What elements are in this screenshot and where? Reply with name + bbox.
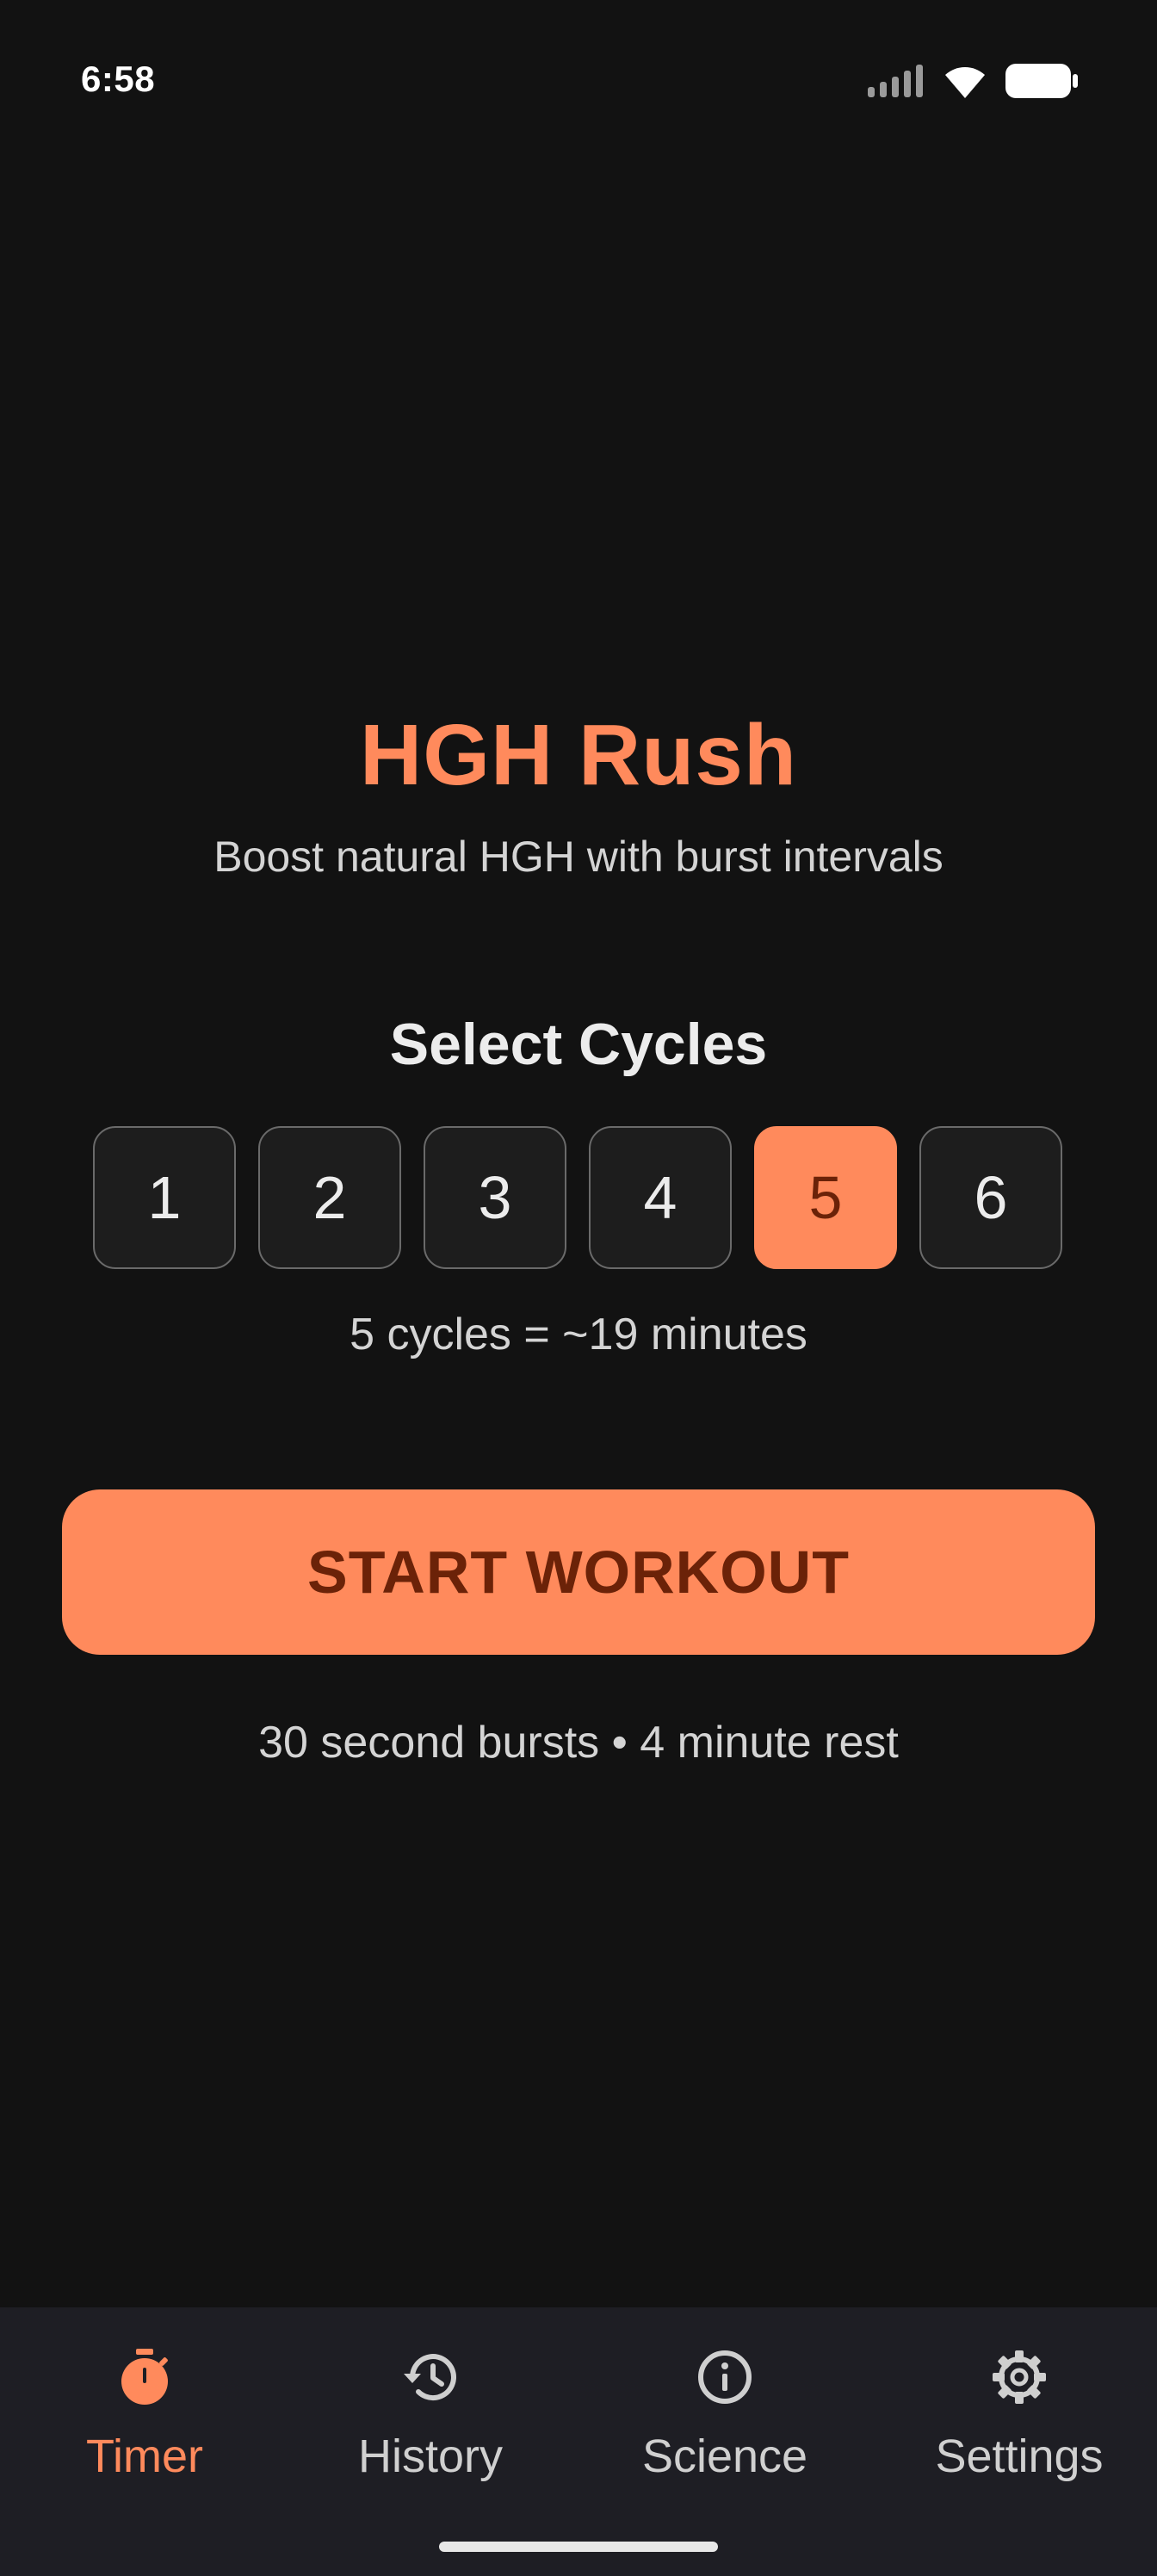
workout-info: 30 second bursts • 4 minute rest [258, 1718, 899, 1768]
status-icons [868, 64, 1078, 102]
nav-label-timer: Timer [86, 2430, 203, 2482]
cycle-selector: 1 2 3 4 5 6 [93, 1126, 1062, 1269]
nav-label-science: Science [641, 2430, 808, 2482]
battery-icon [1005, 64, 1078, 102]
cycle-option-3[interactable]: 3 [424, 1126, 566, 1269]
nav-label-settings: Settings [935, 2430, 1104, 2482]
cycle-option-6[interactable]: 6 [919, 1126, 1062, 1269]
info-icon [695, 2347, 755, 2407]
nav-item-timer[interactable]: Timer [0, 2307, 289, 2505]
select-cycles-heading: Select Cycles [389, 1012, 768, 1077]
nav-label-history: History [357, 2430, 503, 2482]
stopwatch-icon [114, 2347, 175, 2407]
app-subtitle: Boost natural HGH with burst intervals [213, 833, 944, 881]
wifi-icon [944, 64, 987, 102]
signal-icon [868, 65, 925, 102]
nav-item-settings[interactable]: Settings [875, 2307, 1157, 2505]
cycle-option-5[interactable]: 5 [754, 1126, 897, 1269]
history-icon [400, 2347, 461, 2407]
status-bar: 6:58 [0, 0, 1157, 172]
cycle-option-1[interactable]: 1 [93, 1126, 236, 1269]
cycle-option-4[interactable]: 4 [589, 1126, 732, 1269]
bottom-navigation: Timer History Science Settings [0, 2307, 1157, 2576]
app-title: HGH Rush [360, 707, 797, 803]
nav-item-science[interactable]: Science [580, 2307, 869, 2505]
cycle-option-2[interactable]: 2 [258, 1126, 401, 1269]
cycle-summary: 5 cycles = ~19 minutes [350, 1310, 807, 1359]
status-time: 6:58 [81, 59, 156, 99]
start-workout-button[interactable]: START WORKOUT [62, 1489, 1095, 1655]
home-indicator[interactable] [439, 2542, 718, 2552]
nav-item-history[interactable]: History [286, 2307, 575, 2505]
gear-icon [989, 2347, 1049, 2407]
